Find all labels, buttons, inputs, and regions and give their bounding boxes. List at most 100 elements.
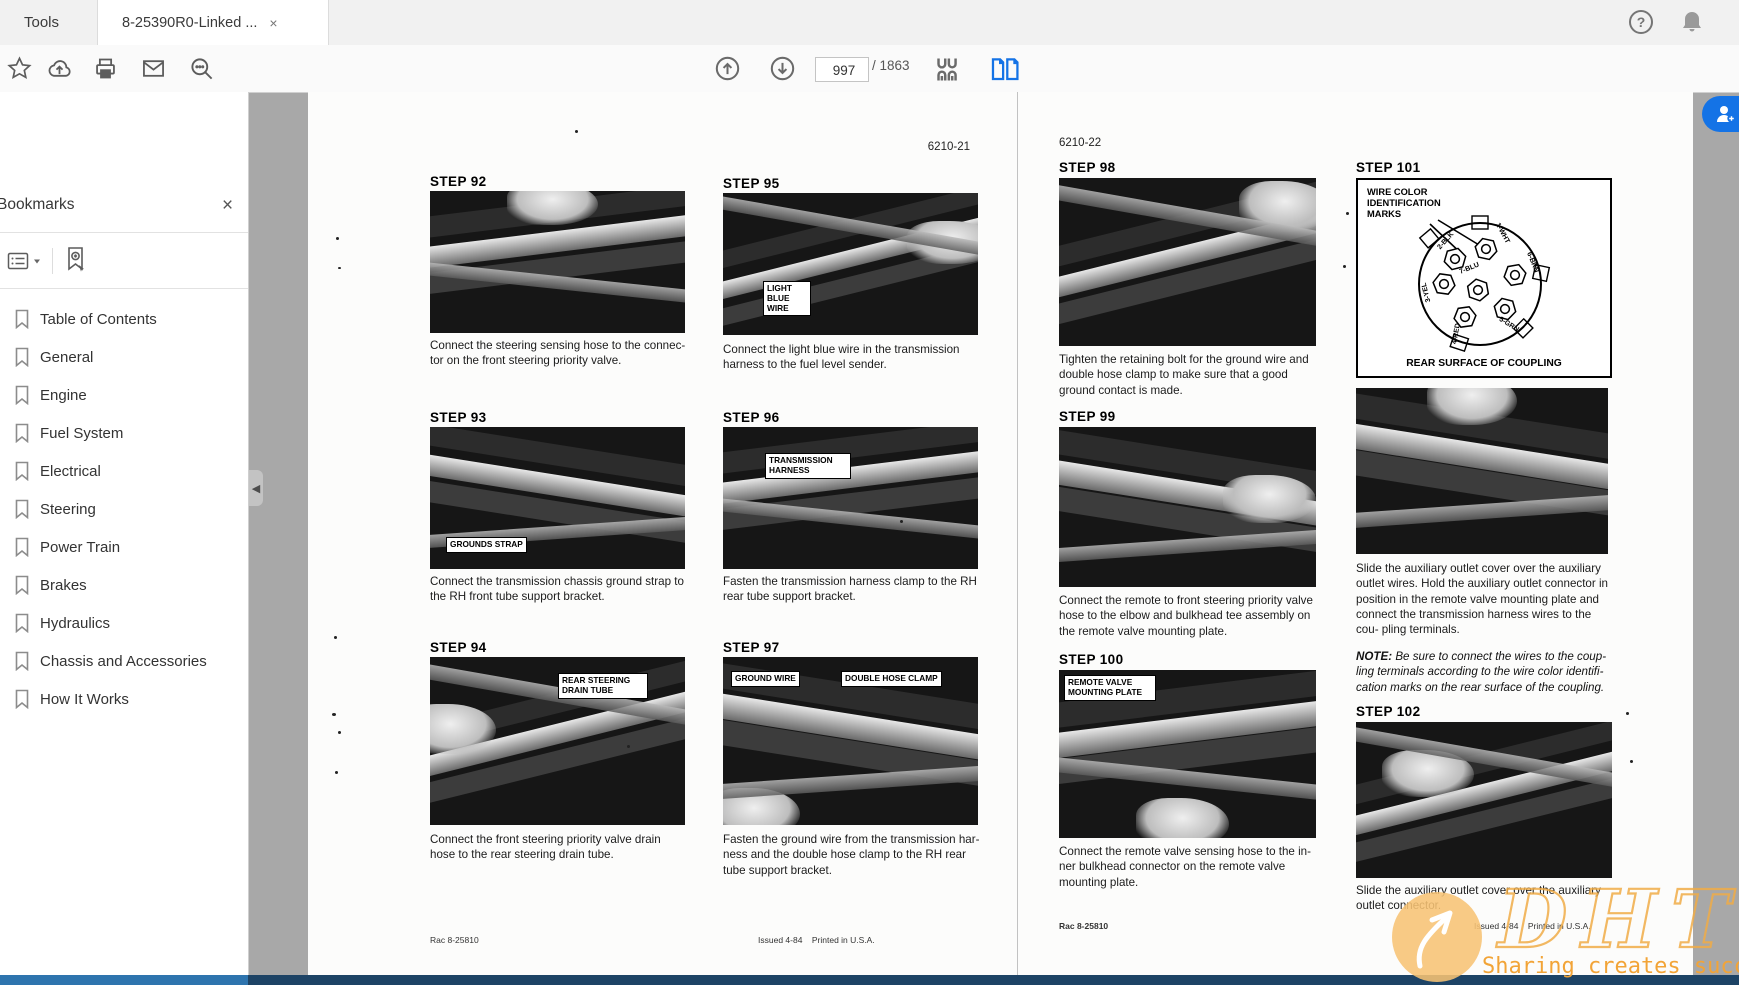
bookmark-item[interactable]: Brakes	[0, 566, 248, 604]
close-tab-icon[interactable]: ×	[269, 15, 277, 31]
acrobat-window: Tools 8-25390R0-Linked ... × ?	[0, 0, 1739, 985]
step-97-caption: Fasten the ground wire from the transmis…	[723, 832, 981, 878]
step-96-title: STEP 96	[723, 410, 780, 425]
step-100-title: STEP 100	[1059, 652, 1124, 667]
watermark-cursor-badge	[1392, 892, 1482, 982]
bookmark-label: Engine	[40, 387, 87, 404]
step-93-photo: GROUNDS STRAP	[430, 427, 685, 569]
tab-document[interactable]: 8-25390R0-Linked ... ×	[97, 0, 329, 45]
hand	[1427, 388, 1518, 425]
pdf-page-left: 6210-21 STEP 92 Connect the steering sen…	[308, 92, 1017, 975]
bookmark-icon	[14, 347, 30, 367]
step-95-photo: LIGHT BLUE WIRE	[723, 193, 978, 335]
bookmark-icon	[14, 461, 30, 481]
bookmarks-panel: Bookmarks × Tabl	[0, 92, 249, 975]
cloud-upload-icon[interactable]	[46, 55, 73, 82]
collapse-sidebar-handle[interactable]: ◀	[249, 470, 263, 506]
step-93-caption: Connect the transmission chassis ground …	[430, 574, 688, 605]
bookmark-icon	[14, 689, 30, 709]
bookmarks-close-icon[interactable]: ×	[222, 195, 233, 217]
bookmark-item[interactable]: Steering	[0, 490, 248, 528]
bookmark-label: Hydraulics	[40, 615, 110, 632]
notifications-bell-icon[interactable]	[1678, 8, 1706, 36]
step-92-photo	[430, 191, 685, 333]
step-101-note: NOTE: Be sure to connect the wires to th…	[1356, 649, 1612, 695]
bookmark-icon	[14, 537, 30, 557]
step-93-title: STEP 93	[430, 410, 487, 425]
hand	[907, 221, 978, 264]
bookmark-label: Brakes	[40, 577, 87, 594]
callout-remote-valve-mounting-plate: REMOTE VALVE MOUNTING PLATE	[1064, 675, 1156, 701]
page-number-input[interactable]	[816, 58, 872, 83]
footer-issued: Issued 4-84 Printed in U.S.A.	[758, 935, 875, 945]
tab-tools-label: Tools	[24, 14, 59, 31]
bookmark-item[interactable]: Table of Contents	[0, 300, 248, 338]
divider	[0, 288, 248, 289]
bookmark-item[interactable]: Power Train	[0, 528, 248, 566]
step-97-photo: GROUND WIRE DOUBLE HOSE CLAMP	[723, 657, 978, 825]
divider	[0, 232, 248, 233]
step-99-title: STEP 99	[1059, 409, 1116, 424]
tab-document-label: 8-25390R0-Linked ...	[122, 15, 257, 31]
search-icon[interactable]	[188, 55, 215, 82]
watermark-tagline: Sharing creates success	[1482, 954, 1739, 979]
step-101-photo	[1356, 388, 1608, 554]
callout-ground-wire: GROUND WIRE	[731, 671, 800, 687]
previous-page-icon[interactable]	[714, 55, 741, 82]
step-100-photo: REMOTE VALVE MOUNTING PLATE	[1059, 670, 1316, 838]
step-95-title: STEP 95	[723, 176, 780, 191]
bookmark-label: Table of Contents	[40, 311, 157, 328]
help-icon[interactable]: ?	[1627, 8, 1655, 36]
favorite-star-icon[interactable]	[6, 55, 33, 82]
footer-doc-code: Rac 8-25810	[1059, 921, 1108, 931]
bookmark-item[interactable]: How It Works	[0, 680, 248, 718]
page-number-field[interactable]	[815, 57, 869, 82]
step-98-caption: Tighten the retaining bolt for the groun…	[1059, 352, 1319, 398]
hand	[1223, 475, 1316, 523]
email-icon[interactable]	[140, 55, 167, 82]
bookmark-icon	[14, 613, 30, 633]
page-view-options-icon[interactable]	[934, 54, 965, 85]
pdf-page-right: 6210-22 STEP 98 Tighten the retaining bo…	[1017, 92, 1693, 975]
step-97-title: STEP 97	[723, 640, 780, 655]
bookmark-item[interactable]: Electrical	[0, 452, 248, 490]
bookmark-item[interactable]: Engine	[0, 376, 248, 414]
wire-diagram-caption: REAR SURFACE OF COUPLING	[1358, 358, 1610, 369]
arrow-up-right-icon	[1392, 892, 1482, 982]
bookmark-item[interactable]: Fuel System	[0, 414, 248, 452]
callout-light-blue-wire: LIGHT BLUE WIRE	[763, 281, 811, 316]
svg-text:1-WHT: 1-WHT	[1494, 222, 1511, 245]
step-92-title: STEP 92	[430, 174, 487, 189]
bookmark-label: Fuel System	[40, 425, 123, 442]
page-number-printed: 6210-21	[928, 141, 970, 153]
bookmarks-title: Bookmarks	[0, 196, 75, 214]
step-92-caption: Connect the steering sensing hose to the…	[430, 338, 688, 369]
tab-bar: Tools 8-25390R0-Linked ... × ?	[0, 0, 1739, 46]
hand	[723, 788, 800, 825]
callout-rear-steering-drain-tube: REAR STEERING DRAIN TUBE	[558, 673, 648, 699]
wire-diagram-label: WIRE COLOR IDENTIFICATION MARKS	[1367, 187, 1467, 220]
tab-tools[interactable]: Tools	[0, 0, 83, 45]
next-page-icon[interactable]	[769, 55, 796, 82]
step-96-caption: Fasten the transmission harness clamp to…	[723, 574, 981, 605]
share-button[interactable]	[1702, 96, 1739, 132]
bookmark-label: How It Works	[40, 691, 129, 708]
step-101-title: STEP 101	[1356, 160, 1421, 175]
step-94-caption: Connect the front steering priority valv…	[430, 832, 688, 863]
step-99-photo	[1059, 427, 1316, 587]
bookmark-options-icon[interactable]	[6, 249, 42, 273]
wire-color-diagram: WIRE COLOR IDENTIFICATION MARKS	[1356, 178, 1612, 378]
two-page-view-icon[interactable]	[990, 54, 1021, 85]
print-icon[interactable]	[92, 55, 119, 82]
step-100-caption: Connect the remote valve sensing hose to…	[1059, 844, 1319, 890]
hand	[1239, 181, 1316, 231]
step-98-title: STEP 98	[1059, 160, 1116, 175]
bookmark-item[interactable]: Hydraulics	[0, 604, 248, 642]
page-count: / 1863	[872, 58, 910, 73]
bookmark-item[interactable]: General	[0, 338, 248, 376]
find-current-bookmark-icon[interactable]	[63, 245, 89, 278]
person-plus-icon	[1714, 102, 1738, 126]
bookmark-icon	[14, 651, 30, 671]
bookmark-item[interactable]: Chassis and Accessories	[0, 642, 248, 680]
callout-transmission-harness: TRANSMISSION HARNESS	[765, 453, 851, 479]
